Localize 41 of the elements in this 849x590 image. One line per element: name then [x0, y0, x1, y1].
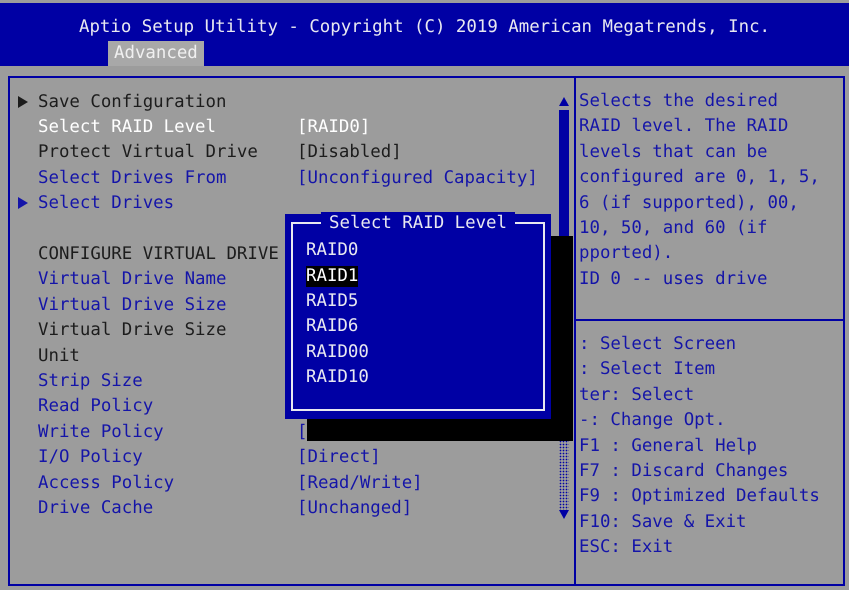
help-text-line: levels that can be	[579, 140, 768, 164]
window-title: Aptio Setup Utility - Copyright (C) 2019 American Megatrends, Inc.	[78, 16, 770, 38]
key-hint-line: ESC: Exit	[579, 536, 674, 560]
setting-value[interactable]: [	[297, 422, 308, 442]
help-text-line: RAID level. The RAID	[579, 115, 790, 138]
option-item[interactable]: RAID1	[306, 266, 358, 287]
option-item[interactable]: RAID0	[306, 240, 358, 262]
setting-value[interactable]: [Read/Write]	[297, 472, 423, 493]
setting-value[interactable]: [Unchanged]	[297, 498, 412, 518]
key-hint-line: F1 : General Help	[579, 434, 758, 458]
help-text-line: configured are 0, 1, 5,	[579, 166, 821, 190]
help-text-line: 6 (if supported), 00,	[579, 192, 800, 215]
submenu-arrow-icon	[18, 197, 28, 210]
key-hint-line: : Select Item	[579, 358, 716, 382]
setting-label[interactable]: Write Policy	[38, 422, 297, 442]
submenu-arrow-icon	[18, 96, 28, 108]
option-item[interactable]: RAID6	[306, 316, 358, 338]
setting-label[interactable]: Select Drives	[38, 193, 297, 214]
key-hint-line: : Select Screen	[579, 333, 738, 356]
option-item[interactable]: RAID10	[306, 367, 369, 388]
section-heading: CONFIGURE VIRTUAL DRIVE	[38, 244, 280, 264]
help-text-line: pported).	[579, 242, 674, 266]
scroll-up-icon[interactable]	[559, 97, 569, 106]
key-hint-line: ter: Select	[579, 384, 696, 407]
setting-value[interactable]: [Direct]	[297, 447, 381, 468]
key-hint-line: -: Change Opt.	[579, 409, 727, 432]
option-item[interactable]: RAID00	[306, 342, 369, 363]
help-text-line: 10, 50, and 60 (if	[579, 216, 768, 240]
setting-value[interactable]: [RAID0]	[297, 117, 370, 138]
setting-label[interactable]: Drive Cache	[38, 498, 297, 518]
key-hint-line: F9 : Optimized Defaults	[579, 485, 821, 508]
setting-label[interactable]: Access Policy	[38, 472, 297, 493]
option-item[interactable]: RAID5	[306, 290, 358, 312]
key-hint-line: F7 : Discard Changes	[579, 460, 790, 483]
setting-label[interactable]: I/O Policy	[38, 447, 297, 468]
help-text-line: ID 0 -- uses drive	[579, 268, 768, 291]
key-hint-line: F10: Save & Exit	[579, 510, 748, 534]
setting-value[interactable]: [Unconfigured Capacity]	[297, 168, 538, 188]
help-text-line: Selects the desired	[579, 90, 779, 113]
setting-label[interactable]: Select Drives From	[38, 168, 297, 188]
setting-label[interactable]: Select RAID Level	[38, 117, 297, 138]
